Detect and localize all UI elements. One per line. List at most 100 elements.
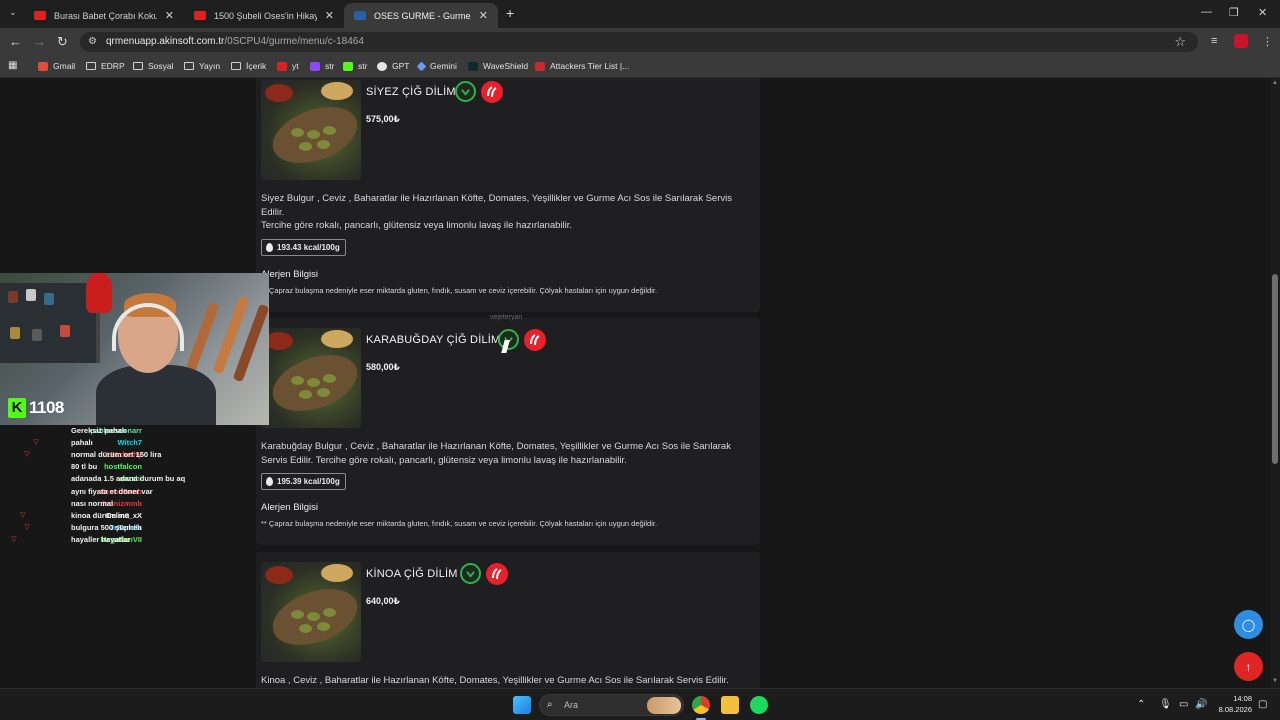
taskbar-clock[interactable]: 14:08 8.08.2026 [1210, 693, 1252, 715]
bookmark-label: İçerik [246, 61, 267, 71]
food-image[interactable] [261, 328, 361, 428]
bookmark-attackers[interactable]: Attackers Tier List |... [535, 61, 629, 71]
food-image[interactable] [261, 562, 361, 662]
forward-icon[interactable]: → [33, 34, 46, 49]
chat-button[interactable]: ◯ [1234, 610, 1263, 639]
apps-grid-icon[interactable]: ▦ [8, 60, 17, 71]
reload-icon[interactable]: ↻ [57, 34, 68, 50]
item-name: KİNOA ÇİĞ DİLİM [366, 568, 458, 580]
browser-toolbar: ← → ↻ ⚙ qrmenuapp.akinsoft.com.tr/0SCPU4… [0, 28, 1280, 56]
extension-shield-icon[interactable] [1234, 34, 1248, 48]
scroll-up-icon[interactable]: ▲ [1272, 80, 1278, 86]
scroll-down-icon[interactable]: ▼ [1272, 678, 1278, 684]
spicy-icon[interactable] [481, 81, 503, 103]
address-bar[interactable]: ⚙ qrmenuapp.akinsoft.com.tr/0SCPU4/gurme… [80, 32, 1198, 52]
network-icon[interactable]: ▭ [1179, 699, 1188, 710]
calorie-badge: 193.43 kcal/100g [261, 239, 346, 256]
menu-icon[interactable]: ⋮ [1262, 35, 1273, 48]
chat-message: bulgura 500 şüphelı [71, 523, 142, 532]
new-tab-button[interactable]: + [506, 5, 514, 21]
item-price: 640,00₺ [366, 596, 400, 606]
bookmark-str-twitch[interactable]: str [310, 61, 334, 71]
bookmark-gmail[interactable]: Gmail [38, 61, 75, 71]
bookmark-yt[interactable]: yt [277, 61, 299, 71]
chat-badge-icon: ▽ [33, 439, 39, 446]
search-placeholder: Ara [564, 700, 579, 710]
search-icon: ⌕ [547, 699, 553, 710]
bookmark-label: Yayın [199, 61, 221, 71]
tab-youtube-1[interactable]: Burası Babet Çorabı Kokuyor #... ✕ [24, 3, 184, 28]
url-text[interactable]: qrmenuapp.akinsoft.com.tr/0SCPU4/gurme/m… [106, 36, 364, 47]
chat-username[interactable]: Witch7 [117, 438, 142, 447]
close-tab-icon[interactable]: ✕ [165, 9, 174, 22]
page-scrollbar[interactable]: ▲ ▼ [1270, 78, 1280, 688]
tab-title: Burası Babet Çorabı Kokuyor #... [54, 10, 157, 21]
scrollbar-thumb[interactable] [1272, 274, 1278, 464]
tab-search-icon[interactable]: ⌄ [9, 7, 17, 18]
scroll-to-top-button[interactable]: ↑ [1234, 652, 1263, 681]
tab-title: OSES GURME - Gurme [374, 10, 471, 21]
close-window-icon[interactable]: ✕ [1258, 6, 1267, 19]
spicy-icon[interactable] [486, 563, 508, 585]
microphone-icon[interactable]: 🎙 [1159, 699, 1172, 710]
chat-message: pahalı [71, 438, 93, 447]
chat-username[interactable]: hostfalcon [104, 462, 142, 471]
tab-youtube-2[interactable]: 1500 Şubeli Oses'in Hikayesi | K... ✕ [184, 3, 344, 28]
start-icon[interactable] [513, 696, 531, 714]
taskbar-search[interactable]: ⌕ Ara [539, 694, 684, 716]
chat-bubble-icon: ◯ [1241, 617, 1256, 632]
kick-icon [343, 61, 353, 71]
waveshield-icon [468, 61, 478, 71]
youtube-icon [194, 11, 206, 20]
santa-plush [86, 273, 112, 313]
menu-item-card[interactable]: KİNOA ÇİĞ DİLİM 640,00₺ Kinoa , Ceviz , … [256, 552, 760, 688]
bookmark-edrp[interactable]: EDRP [86, 61, 125, 71]
calorie-badge: 195.39 kcal/100g [261, 473, 346, 490]
bookmark-gemini[interactable]: Gemini [416, 61, 457, 71]
bookmark-label: Gemini [430, 61, 457, 71]
search-highlight-image [647, 697, 681, 714]
close-tab-icon[interactable]: ✕ [479, 9, 488, 22]
arrow-up-icon: ↑ [1245, 659, 1252, 674]
spicy-icon[interactable] [524, 329, 546, 351]
media-controls-icon[interactable]: ≡ [1211, 35, 1217, 47]
bookmark-str-kick[interactable]: str [343, 61, 367, 71]
item-name: SİYEZ ÇİĞ DİLİM [366, 86, 456, 98]
tab-oses-gurme[interactable]: OSES GURME - Gurme ✕ [344, 3, 498, 28]
bookmark-waveshield[interactable]: WaveShield [468, 61, 528, 71]
vegetarian-icon[interactable] [460, 563, 481, 584]
minimize-icon[interactable]: — [1201, 6, 1212, 18]
bookmark-icerik[interactable]: İçerik [231, 61, 266, 71]
menu-item-card[interactable]: SİYEZ ÇİĞ DİLİM 575,00₺ Siyez Bulgur , C… [256, 78, 760, 312]
gemini-icon [416, 61, 427, 71]
clock-date: 8.08.2026 [1218, 705, 1252, 714]
bookmark-yayin[interactable]: Yayın [184, 61, 220, 71]
chat-message: Gereksiz pahalı [71, 426, 127, 435]
youtube-icon [277, 61, 287, 71]
chat-message: aynı fiyata et döner var [71, 487, 153, 496]
bookmark-sosyal[interactable]: Sosyal [133, 61, 174, 71]
notification-icon[interactable]: ▢ [1258, 699, 1267, 710]
chat-message: hayaller hayatlar [71, 535, 131, 544]
tab-strip: ⌄ Burası Babet Çorabı Kokuyor #... ✕ 150… [0, 0, 1280, 28]
chrome-icon[interactable] [692, 696, 710, 714]
bookmark-gpt[interactable]: GPT [377, 61, 409, 71]
attackers-icon [535, 61, 545, 71]
food-image[interactable] [261, 80, 361, 180]
windows-taskbar: ⌕ Ara ⌃ 🎙 ▭ 🔊 14:08 8.08.2026 ▢ [0, 688, 1280, 720]
site-info-icon[interactable]: ⚙ [88, 36, 100, 48]
file-explorer-icon[interactable] [721, 696, 739, 714]
restore-icon[interactable]: ❐ [1229, 6, 1239, 19]
close-tab-icon[interactable]: ✕ [325, 9, 334, 22]
description-line: Tercihe göre rokalı, pancarlı, glütensiz… [261, 220, 573, 231]
vegetarian-tooltip: vejeteryan [490, 314, 523, 321]
volume-icon[interactable]: 🔊 [1195, 699, 1207, 710]
spotify-icon[interactable] [750, 696, 768, 714]
menu-item-card[interactable]: vejeteryan KARABUĞDAY ÇİĞ DİLİM 580,00₺ … [256, 314, 760, 545]
allergen-heading: Alerjen Bilgisi [261, 269, 319, 280]
back-icon[interactable]: ← [9, 34, 22, 49]
vegetarian-icon[interactable] [455, 81, 476, 102]
bookmark-star-icon[interactable]: ☆ [1174, 34, 1186, 50]
tray-overflow-icon[interactable]: ⌃ [1137, 699, 1145, 710]
chat-message: kinoa dürüm mü [71, 511, 130, 520]
